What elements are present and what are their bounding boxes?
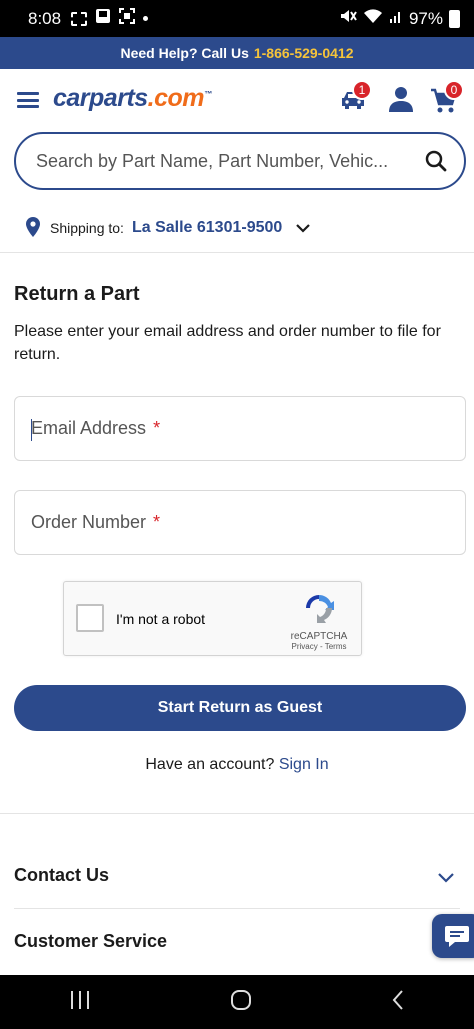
search-icon[interactable] <box>425 150 447 177</box>
page-title: Return a Part <box>14 283 140 305</box>
captcha-label: I'm not a robot <box>116 611 206 627</box>
customer-service-accordion[interactable]: Customer Service <box>14 911 460 971</box>
battery-text: 97% <box>408 8 443 28</box>
help-phone-link[interactable]: 1-866-529-0412 <box>254 45 354 61</box>
account-prompt: Have an account? Sign In <box>0 756 474 774</box>
text-cursor <box>31 419 32 441</box>
required-mark: * <box>153 512 161 532</box>
help-bar: Need Help? Call Us 1-866-529-0412 <box>0 37 474 69</box>
divider <box>0 813 474 814</box>
start-return-button[interactable]: Start Return as Guest <box>14 685 466 731</box>
wifi-icon <box>363 8 383 29</box>
email-field[interactable]: Email Address * <box>14 396 466 461</box>
recaptcha-logo: reCAPTCHA Privacy - Terms <box>289 592 349 651</box>
chevron-down-icon[interactable] <box>296 220 311 236</box>
sign-in-link[interactable]: Sign In <box>279 756 329 773</box>
account-text: Have an account? <box>145 756 275 773</box>
scan-icon <box>119 8 136 29</box>
status-bar: 8:08 97% <box>0 0 474 37</box>
site-logo[interactable]: carparts.com™ <box>53 84 212 113</box>
page-description: Please enter your email address and orde… <box>14 323 441 363</box>
status-time: 8:08 <box>28 8 62 28</box>
garage-button[interactable]: 1 <box>340 80 372 115</box>
shipping-selector[interactable]: Shipping to: La Salle 61301-9500 <box>26 215 311 241</box>
recaptcha-icon <box>306 595 334 623</box>
required-mark: * <box>153 418 161 438</box>
mute-icon <box>339 8 357 29</box>
search-bar <box>14 132 466 190</box>
order-number-field[interactable]: Order Number * <box>14 490 466 555</box>
back-icon[interactable] <box>391 989 405 1015</box>
order-number-label: Order Number <box>31 512 147 532</box>
signal-icon <box>389 8 403 29</box>
chat-button[interactable] <box>432 914 474 958</box>
shipping-location[interactable]: La Salle 61301-9500 <box>132 219 282 237</box>
shipping-label: Shipping to: <box>50 220 124 236</box>
email-label: Email Address <box>31 418 147 438</box>
divider <box>0 252 474 253</box>
cart-badge: 0 <box>444 80 464 100</box>
logo-com: .com <box>147 84 205 112</box>
contact-us-accordion[interactable]: Contact Us <box>14 845 460 905</box>
divider <box>14 908 460 909</box>
gallery-icon <box>95 8 111 29</box>
logo-tm: ™ <box>204 89 212 99</box>
account-icon[interactable] <box>389 86 413 117</box>
home-icon[interactable] <box>230 989 252 1016</box>
chevron-down-icon[interactable] <box>438 867 454 888</box>
logo-main: carparts <box>53 84 148 112</box>
recent-apps-icon[interactable] <box>69 990 91 1015</box>
site-header: carparts.com™ 1 0 <box>0 69 474 131</box>
captcha-checkbox[interactable] <box>76 604 104 632</box>
help-text: Need Help? Call Us <box>120 45 249 61</box>
dot-icon <box>143 16 149 21</box>
location-pin-icon <box>26 216 40 240</box>
captcha-links[interactable]: Privacy - Terms <box>289 642 349 651</box>
customer-service-label: Customer Service <box>14 930 168 951</box>
captcha-brand: reCAPTCHA <box>290 631 348 642</box>
cart-button[interactable]: 0 <box>430 80 464 119</box>
contact-us-label: Contact Us <box>14 864 110 885</box>
recaptcha-widget: I'm not a robot reCAPTCHA Privacy - Term… <box>63 581 362 656</box>
search-input[interactable] <box>36 150 406 172</box>
system-nav-bar <box>0 975 474 1029</box>
battery-icon <box>449 9 460 28</box>
garage-badge: 1 <box>352 80 372 100</box>
chat-icon <box>445 926 469 947</box>
menu-icon[interactable] <box>17 92 39 108</box>
screenshot-icon <box>71 11 88 26</box>
